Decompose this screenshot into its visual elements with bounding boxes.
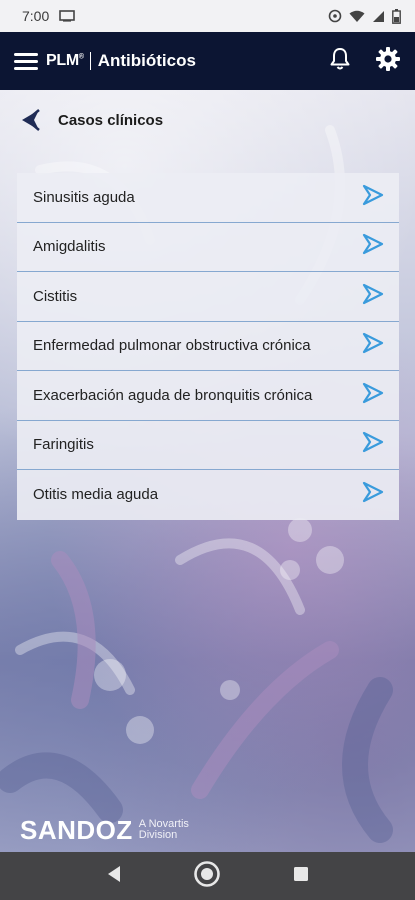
- sync-icon: [328, 9, 342, 23]
- chevron-right-icon: [361, 431, 385, 458]
- home-icon[interactable]: [193, 860, 221, 893]
- list-item-label: Amigdalitis: [33, 238, 106, 256]
- recents-icon[interactable]: [293, 866, 309, 887]
- chevron-right-icon: [361, 332, 385, 359]
- settings-gear-icon[interactable]: [375, 46, 401, 77]
- app-bar: PLM® Antibióticos: [0, 32, 415, 90]
- list-item[interactable]: Exacerbación aguda de bronquitis crónica: [17, 371, 399, 421]
- list-item-label: Faringitis: [33, 436, 94, 454]
- menu-icon[interactable]: [14, 49, 38, 73]
- title-divider: [89, 52, 91, 70]
- status-time: 7:00: [22, 8, 50, 24]
- sub-header: Casos clínicos: [0, 90, 415, 150]
- list-item-label: Otitis media aguda: [33, 486, 159, 504]
- list-item-label: Cistitis: [33, 287, 78, 305]
- list-item-label: Enfermedad pulmonar obstructiva crónica: [33, 337, 311, 355]
- chevron-right-icon: [361, 233, 385, 260]
- company-tagline: A Novartis Division: [139, 819, 189, 841]
- wifi-icon: [349, 10, 365, 23]
- brand-text: PLM: [46, 52, 79, 69]
- list-item[interactable]: Enfermedad pulmonar obstructiva crónica: [17, 322, 399, 371]
- list-item[interactable]: Cistitis: [17, 272, 399, 322]
- list-item-label: Sinusitis aguda: [33, 188, 135, 206]
- list-item[interactable]: Sinusitis aguda: [17, 173, 399, 223]
- page-title: Casos clínicos: [58, 111, 164, 129]
- back-icon[interactable]: [106, 865, 122, 888]
- chevron-right-icon: [361, 184, 385, 211]
- signal-icon: [372, 10, 385, 23]
- list-item[interactable]: Otitis media aguda: [17, 470, 399, 520]
- cases-list: Sinusitis aguda Amigdalitis Cistitis Enf…: [17, 173, 399, 520]
- battery-icon: [392, 8, 401, 24]
- list-item[interactable]: Faringitis: [17, 421, 399, 470]
- brand-mark: ®: [78, 53, 84, 61]
- sandoz-logo: SANDOZ A Novartis Division: [20, 812, 189, 848]
- back-arrow-icon[interactable]: [18, 107, 44, 133]
- notifications-bell-icon[interactable]: [329, 47, 351, 76]
- company-name: SANDOZ: [20, 814, 133, 845]
- chevron-right-icon: [361, 481, 385, 508]
- app-title: Antibióticos: [97, 51, 196, 70]
- list-item-label: Exacerbación aguda de bronquitis crónica: [33, 386, 313, 404]
- tagline-line-2: Division: [138, 829, 178, 841]
- brand-logo: PLM®: [46, 52, 84, 70]
- cast-icon: [59, 10, 76, 22]
- chevron-right-icon: [361, 382, 385, 409]
- list-item[interactable]: Amigdalitis: [17, 223, 399, 272]
- chevron-right-icon: [361, 283, 385, 310]
- system-nav-bar: [0, 852, 415, 900]
- status-bar: 7:00: [0, 0, 415, 32]
